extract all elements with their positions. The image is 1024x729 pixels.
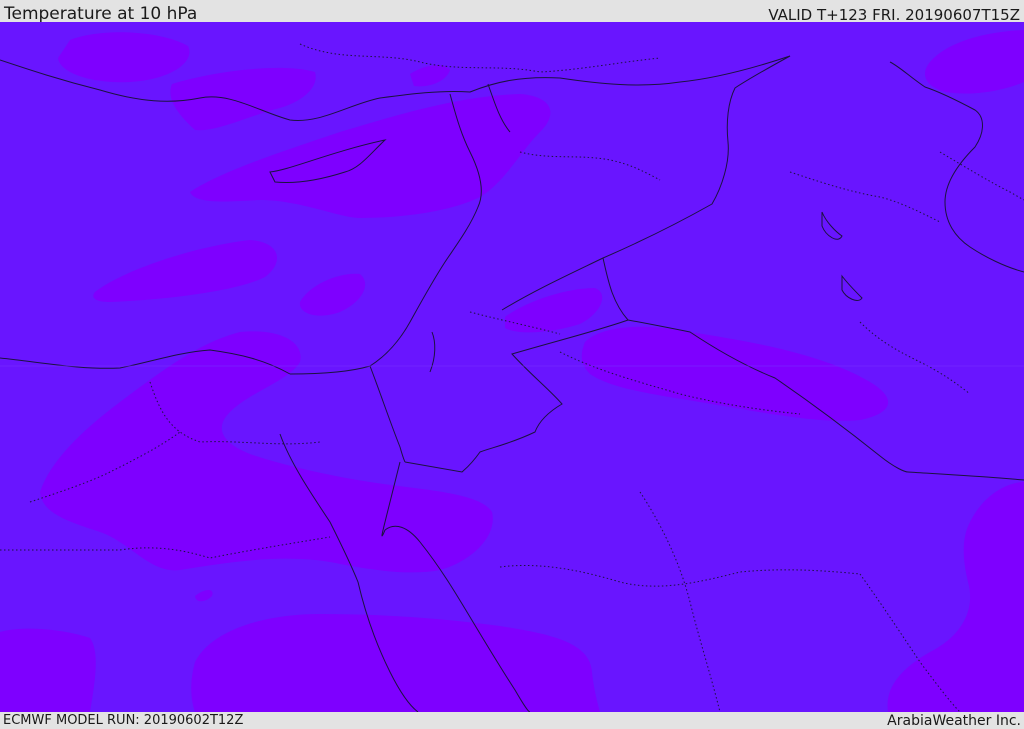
warm-patch-sudan	[0, 628, 96, 712]
weather-map-page: Temperature at 10 hPa VALID T+123 FRI. 2…	[0, 0, 1024, 729]
model-run-label: ECMWF MODEL RUN: 20190602T12Z	[3, 713, 244, 728]
footer-bar: ECMWF MODEL RUN: 20190602T12Z ArabiaWeat…	[0, 712, 1024, 729]
map-svg	[0, 22, 1024, 712]
brand-label: ArabiaWeather Inc.	[887, 713, 1021, 729]
header-bar: Temperature at 10 hPa VALID T+123 FRI. 2…	[0, 0, 1024, 24]
map-canvas[interactable]	[0, 22, 1024, 712]
